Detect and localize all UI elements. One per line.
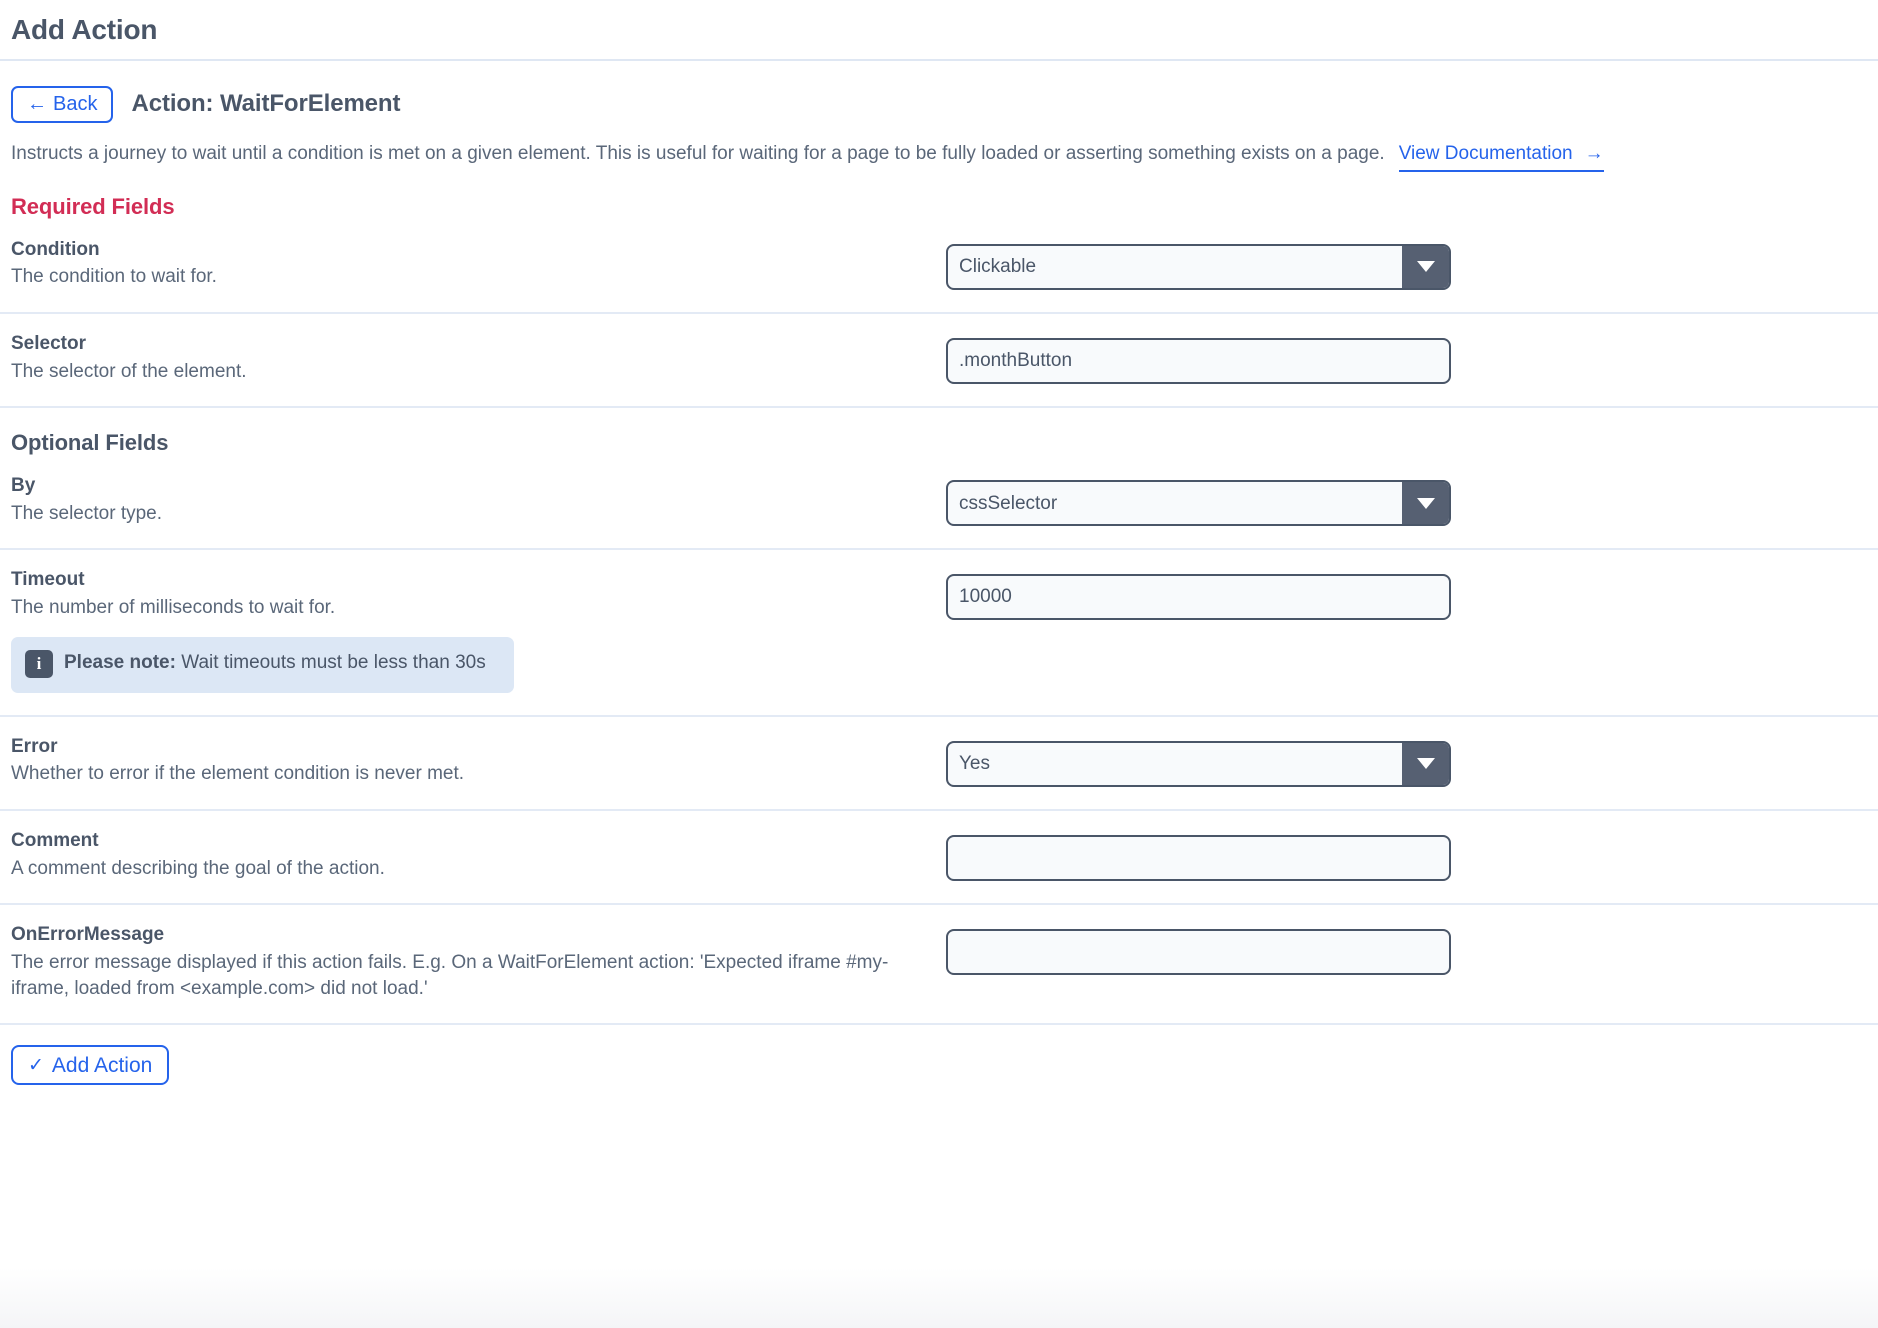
field-info-error: Error Whether to error if the element co… [11, 731, 946, 787]
field-info-comment: Comment A comment describing the goal of… [11, 825, 946, 881]
field-control-condition: Clickable [946, 234, 1867, 290]
page-title: Add Action [11, 13, 158, 45]
page-header: Add Action [0, 0, 1878, 61]
field-info-timeout: Timeout The number of milliseconds to wa… [11, 564, 946, 693]
field-row-onerrormessage: OnErrorMessage The error message display… [0, 905, 1878, 1026]
field-description-comment: A comment describing the goal of the act… [11, 857, 385, 879]
field-info-selector: Selector The selector of the element. [11, 328, 946, 384]
field-row-error: Error Whether to error if the element co… [0, 717, 1878, 812]
action-title: Action: WaitForElement [131, 90, 401, 117]
check-icon: ✓ [28, 1054, 44, 1076]
field-description-by: The selector type. [11, 502, 163, 524]
action-header-row: ← Back Action: WaitForElement [11, 83, 1867, 125]
field-row-condition: Condition The condition to wait for. Cli… [0, 220, 1878, 314]
error-select-value: Yes [959, 754, 990, 774]
chevron-down-icon [1416, 261, 1435, 273]
selector-input[interactable] [946, 337, 1451, 384]
by-select[interactable]: cssSelector [946, 480, 1451, 527]
onerrormessage-input[interactable] [946, 929, 1451, 976]
field-label-timeout: Timeout [11, 569, 85, 591]
timeout-note-box: i Please note: Wait timeouts must be les… [11, 636, 514, 693]
field-control-by: cssSelector [946, 470, 1867, 527]
field-description-timeout: The number of milliseconds to wait for. [11, 597, 336, 619]
condition-select[interactable]: Clickable [946, 243, 1451, 290]
field-description-selector: The selector of the element. [11, 360, 247, 382]
field-label-comment: Comment [11, 830, 99, 852]
field-control-selector [946, 328, 1867, 384]
action-description-row: Instructs a journey to wait until a cond… [11, 141, 1867, 172]
required-fields-heading: Required Fields [11, 193, 175, 219]
bottom-fade [0, 1268, 1878, 1328]
field-row-comment: Comment A comment describing the goal of… [0, 811, 1878, 906]
field-label-onerrormessage: OnErrorMessage [11, 924, 165, 946]
field-control-onerrormessage [946, 919, 1867, 976]
field-row-by: By The selector type. cssSelector [0, 456, 1878, 551]
back-button-label: Back [53, 93, 98, 115]
field-label-condition: Condition [11, 238, 100, 260]
field-control-comment [946, 825, 1867, 882]
add-action-button-label: Add Action [51, 1053, 153, 1077]
condition-select-value: Clickable [959, 257, 1037, 277]
chevron-down-icon [1416, 497, 1435, 509]
timeout-note-bold: Please note: [64, 651, 176, 673]
back-button[interactable]: ← Back [11, 85, 114, 123]
error-select-toggle[interactable] [1402, 742, 1449, 785]
chevron-down-icon [1416, 758, 1435, 770]
timeout-note-text: Please note: Wait timeouts must be less … [64, 650, 486, 675]
add-action-button[interactable]: ✓ Add Action [11, 1045, 170, 1086]
field-info-onerrormessage: OnErrorMessage The error message display… [11, 919, 946, 1001]
error-select[interactable]: Yes [946, 740, 1451, 787]
arrow-left-icon: ← [27, 93, 47, 115]
view-documentation-link[interactable]: View Documentation → [1398, 141, 1604, 172]
field-row-timeout: Timeout The number of milliseconds to wa… [0, 550, 1878, 717]
field-row-selector: Selector The selector of the element. [0, 314, 1878, 409]
condition-select-toggle[interactable] [1402, 245, 1449, 288]
timeout-input[interactable] [946, 574, 1451, 621]
field-control-error: Yes [946, 731, 1867, 787]
field-label-by: By [11, 475, 36, 497]
field-info-condition: Condition The condition to wait for. [11, 234, 946, 290]
view-documentation-label: View Documentation [1398, 143, 1573, 164]
action-description: Instructs a journey to wait until a cond… [11, 143, 1385, 164]
field-description-error: Whether to error if the element conditio… [11, 763, 465, 785]
field-description-onerrormessage: The error message displayed if this acti… [11, 951, 889, 999]
arrow-right-icon: → [1584, 143, 1604, 164]
field-label-error: Error [11, 735, 58, 757]
form-footer: ✓ Add Action [0, 1025, 1878, 1086]
comment-input[interactable] [946, 835, 1451, 882]
field-info-by: By The selector type. [11, 470, 946, 526]
optional-fields-heading: Optional Fields [11, 430, 169, 456]
info-icon: i [25, 649, 53, 678]
field-control-timeout [946, 564, 1867, 621]
field-label-selector: Selector [11, 332, 86, 354]
by-select-toggle[interactable] [1402, 482, 1449, 525]
by-select-value: cssSelector [959, 493, 1058, 513]
field-description-condition: The condition to wait for. [11, 266, 217, 288]
action-header: ← Back Action: WaitForElement Instructs … [0, 61, 1878, 172]
timeout-note-body: Wait timeouts must be less than 30s [175, 651, 486, 673]
